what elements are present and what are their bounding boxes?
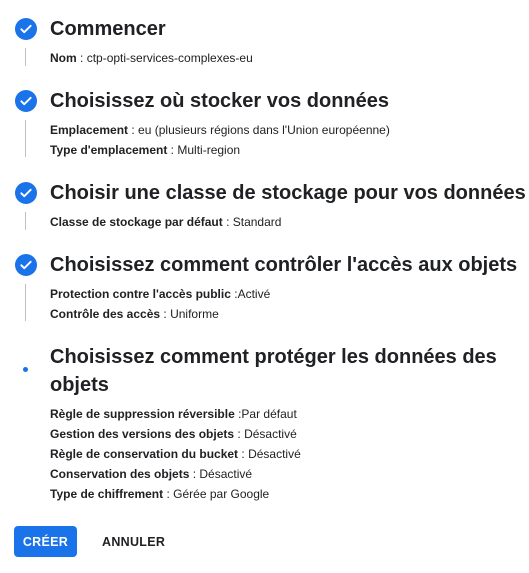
summary-row-nom: Nom : ctp-opti-services-complexes-eu (50, 51, 253, 65)
summary-label: Règle de conservation du bucket (50, 447, 239, 461)
summary-value: Uniforme (170, 307, 219, 321)
summary-label: Type d'emplacement (50, 143, 168, 157)
summary-value: Désactivé (244, 427, 297, 441)
step-connector (25, 120, 26, 157)
check-circle-icon (15, 18, 37, 40)
summary-separator: : (76, 51, 87, 65)
summary-separator: : (167, 143, 178, 157)
summary-row-suppression: Règle de suppression réversible :Par déf… (50, 407, 297, 421)
summary-row-type-emplacement: Type d'emplacement : Multi-region (50, 143, 240, 157)
check-circle-icon (15, 254, 37, 276)
summary-row-protection: Protection contre l'accès public :Activé (50, 287, 270, 301)
summary-row-conservation-bucket: Règle de conservation du bucket : Désact… (50, 447, 301, 461)
summary-label: Conservation des objets (50, 467, 190, 481)
summary-label: Règle de suppression réversible (50, 407, 235, 421)
step-title-line1[interactable]: Choisissez comment protéger les données … (50, 343, 497, 371)
summary-row-controle: Contrôle des accès : Uniforme (50, 307, 219, 321)
step-title[interactable]: Choisir une classe de stockage pour vos … (50, 179, 526, 207)
cancel-button[interactable]: ANNULER (92, 526, 175, 557)
summary-row-conservation-objets: Conservation des objets : Désactivé (50, 467, 252, 481)
step-title[interactable]: Choisissez comment contrôler l'accès aux… (50, 251, 517, 279)
summary-label: Classe de stockage par défaut (50, 215, 223, 229)
step-connector (25, 284, 26, 321)
summary-value: Gérée par Google (173, 487, 270, 501)
summary-row-classe: Classe de stockage par défaut : Standard (50, 215, 281, 229)
summary-separator: : (230, 287, 238, 301)
summary-separator: : (160, 307, 171, 321)
summary-separator: : (234, 427, 245, 441)
summary-label: Gestion des versions des objets (50, 427, 235, 441)
summary-label: Type de chiffrement (50, 487, 164, 501)
summary-row-versions: Gestion des versions des objets : Désact… (50, 427, 297, 441)
step-connector (25, 212, 26, 230)
summary-label: Emplacement (50, 123, 129, 137)
summary-value: Multi-region (177, 143, 241, 157)
summary-value: Standard (232, 215, 282, 229)
summary-value: Par défaut (241, 407, 297, 421)
summary-separator: : (189, 467, 200, 481)
summary-separator: : (222, 215, 233, 229)
check-circle-icon (15, 182, 37, 204)
summary-value: Activé (237, 287, 271, 301)
current-step-dot-icon (23, 367, 28, 372)
summary-label: Contrôle des accès (50, 307, 161, 321)
step-title[interactable]: Choisissez où stocker vos données (50, 87, 389, 115)
summary-label: Protection contre l'accès public (50, 287, 231, 301)
summary-value: ctp-opti-services-complexes-eu (86, 51, 253, 65)
summary-row-chiffrement: Type de chiffrement : Gérée par Google (50, 487, 269, 501)
summary-separator: : (163, 487, 174, 501)
step-title[interactable]: Commencer (50, 15, 166, 43)
summary-value: Désactivé (248, 447, 301, 461)
step-title-line2[interactable]: objets (50, 371, 109, 399)
summary-row-emplacement: Emplacement : eu (plusieurs régions dans… (50, 123, 390, 137)
summary-label: Nom (50, 51, 77, 65)
summary-separator: : (128, 123, 139, 137)
summary-value: Désactivé (199, 467, 253, 481)
summary-value: eu (plusieurs régions dans l'Union europ… (138, 123, 390, 137)
step-connector (25, 48, 26, 66)
check-circle-icon (15, 90, 37, 112)
create-button[interactable]: CRÉER (14, 526, 77, 557)
summary-separator: : (238, 447, 249, 461)
